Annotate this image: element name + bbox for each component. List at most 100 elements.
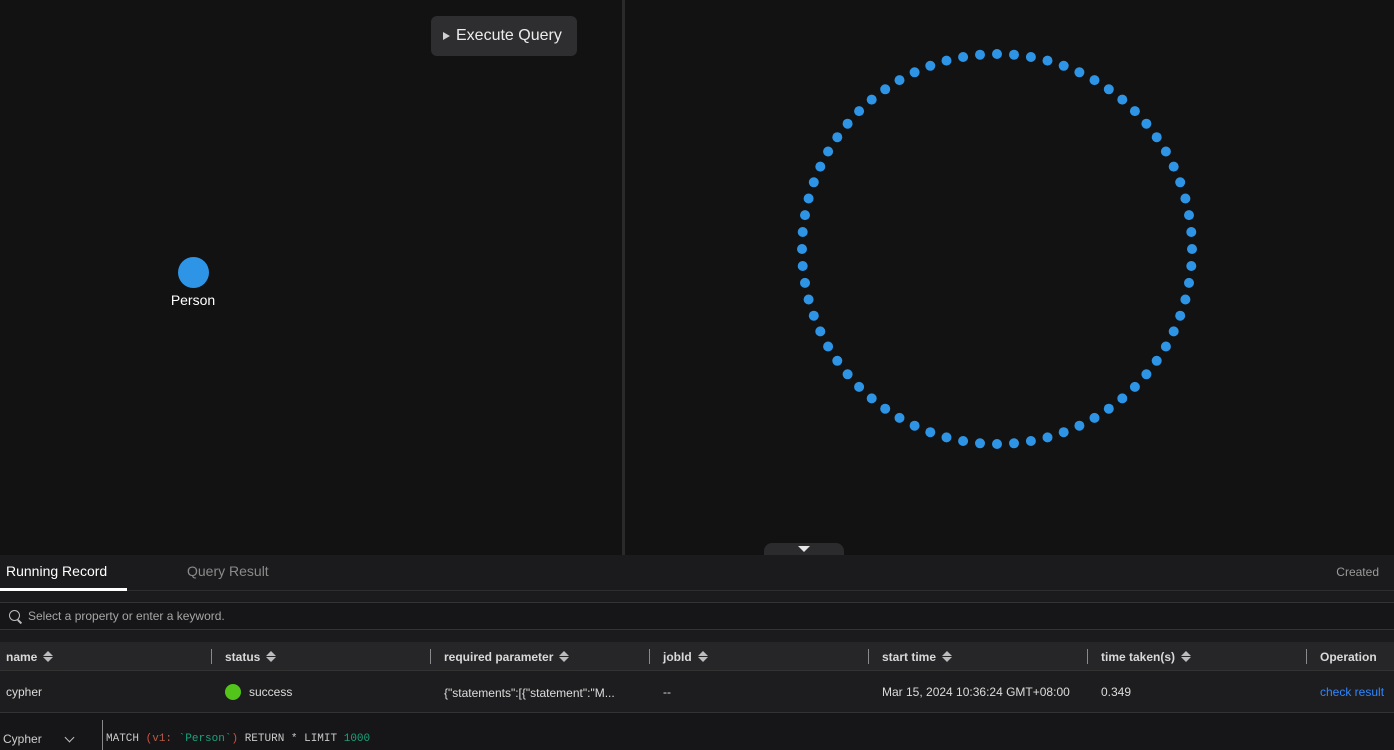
- graph-node[interactable]: [803, 193, 814, 204]
- graph-node[interactable]: [1151, 132, 1162, 143]
- graph-node[interactable]: [1175, 310, 1186, 321]
- graph-node[interactable]: [941, 55, 952, 66]
- sort-icon[interactable]: [697, 651, 708, 663]
- graph-node[interactable]: [800, 210, 810, 221]
- graph-node[interactable]: [1168, 161, 1179, 172]
- graph-node[interactable]: [808, 177, 819, 188]
- graph-node[interactable]: [866, 94, 877, 105]
- graph-node[interactable]: [866, 393, 877, 404]
- graph-node[interactable]: [1117, 94, 1128, 105]
- graph-node[interactable]: [1058, 60, 1069, 71]
- graph-node[interactable]: [1186, 261, 1197, 271]
- graph-node[interactable]: [1180, 193, 1191, 204]
- graph-node[interactable]: [808, 310, 819, 321]
- graph-node[interactable]: [894, 412, 905, 423]
- graph-node[interactable]: [880, 403, 891, 414]
- graph-node[interactable]: [797, 244, 807, 254]
- graph-node[interactable]: [1089, 75, 1100, 86]
- check-result-link[interactable]: check result: [1320, 671, 1384, 713]
- graph-node[interactable]: [925, 427, 936, 438]
- graph-node[interactable]: [1186, 227, 1197, 237]
- column-header-jobid[interactable]: jobId: [663, 642, 708, 671]
- graph-node[interactable]: [832, 132, 843, 143]
- graph-node[interactable]: [1151, 355, 1162, 366]
- graph-node[interactable]: [1175, 177, 1186, 188]
- graph-node[interactable]: [925, 60, 936, 71]
- graph-node[interactable]: [1129, 381, 1140, 392]
- graph-node[interactable]: [1141, 369, 1152, 380]
- graph-node[interactable]: [854, 106, 865, 117]
- graph-node[interactable]: [880, 84, 891, 95]
- column-separator[interactable]: [430, 649, 431, 664]
- graph-node[interactable]: [1042, 55, 1053, 66]
- graph-node[interactable]: [1025, 52, 1036, 62]
- graph-node[interactable]: [1042, 432, 1053, 443]
- sort-icon[interactable]: [942, 651, 953, 663]
- column-separator[interactable]: [211, 649, 212, 664]
- graph-node[interactable]: [992, 49, 1002, 59]
- column-header-name[interactable]: name: [6, 642, 54, 671]
- schema-canvas[interactable]: Execute Query Person: [0, 0, 622, 555]
- column-header-time-taken[interactable]: time taken(s): [1101, 642, 1192, 671]
- sort-icon[interactable]: [559, 651, 570, 663]
- graph-node[interactable]: [1129, 106, 1140, 117]
- graph-node[interactable]: [823, 146, 834, 157]
- graph-node[interactable]: [1187, 244, 1197, 254]
- graph-node[interactable]: [992, 439, 1002, 449]
- graph-node[interactable]: [800, 277, 810, 288]
- graph-node[interactable]: [1117, 393, 1128, 404]
- column-separator[interactable]: [1306, 649, 1307, 664]
- query-editor[interactable]: MATCH (v1: `Person`) RETURN * LIMIT 1000: [106, 733, 370, 745]
- execute-query-button[interactable]: Execute Query: [431, 16, 577, 56]
- graph-node[interactable]: [941, 432, 952, 443]
- graph-node[interactable]: [1074, 420, 1085, 431]
- graph-node[interactable]: [1103, 403, 1114, 414]
- graph-node[interactable]: [909, 67, 920, 78]
- search-input[interactable]: [28, 609, 628, 623]
- graph-node[interactable]: [909, 420, 920, 431]
- sort-icon[interactable]: [43, 651, 54, 663]
- sort-icon[interactable]: [1181, 651, 1192, 663]
- graph-node[interactable]: [1141, 118, 1152, 129]
- graph-node[interactable]: [958, 52, 969, 62]
- graph-node[interactable]: [894, 75, 905, 86]
- graph-node[interactable]: [1074, 67, 1085, 78]
- graph-node[interactable]: [803, 294, 814, 305]
- graph-canvas[interactable]: [625, 0, 1394, 555]
- graph-node[interactable]: [815, 326, 826, 337]
- column-header-status[interactable]: status: [225, 642, 277, 671]
- graph-node[interactable]: [975, 438, 985, 449]
- column-header-required-parameter[interactable]: required parameter: [444, 642, 570, 671]
- graph-node[interactable]: [1009, 438, 1019, 449]
- graph-node[interactable]: [1009, 49, 1019, 60]
- graph-node[interactable]: [1180, 294, 1191, 305]
- graph-node[interactable]: [1184, 277, 1194, 288]
- graph-node[interactable]: [832, 355, 843, 366]
- graph-node[interactable]: [1089, 412, 1100, 423]
- graph-node[interactable]: [975, 49, 985, 60]
- graph-node[interactable]: [1168, 326, 1179, 337]
- column-separator[interactable]: [1087, 649, 1088, 664]
- graph-node[interactable]: [1160, 341, 1171, 352]
- graph-node[interactable]: [823, 341, 834, 352]
- tab-query-result[interactable]: Query Result: [187, 555, 269, 591]
- column-separator[interactable]: [649, 649, 650, 664]
- graph-node[interactable]: [1103, 84, 1114, 95]
- graph-node[interactable]: [1160, 146, 1171, 157]
- schema-node-person[interactable]: [178, 257, 209, 288]
- graph-node[interactable]: [842, 118, 853, 129]
- graph-node[interactable]: [842, 369, 853, 380]
- graph-node[interactable]: [797, 261, 808, 271]
- graph-node[interactable]: [1025, 436, 1036, 446]
- graph-node[interactable]: [1184, 210, 1194, 221]
- graph-node[interactable]: [1058, 427, 1069, 438]
- graph-node[interactable]: [797, 227, 808, 237]
- column-separator[interactable]: [868, 649, 869, 664]
- tab-running-record[interactable]: Running Record: [0, 555, 127, 591]
- column-header-start-time[interactable]: start time: [882, 642, 953, 671]
- sort-icon[interactable]: [266, 651, 277, 663]
- graph-node[interactable]: [854, 381, 865, 392]
- graph-node[interactable]: [958, 436, 969, 446]
- graph-node[interactable]: [815, 161, 826, 172]
- language-select[interactable]: Cypher: [3, 732, 75, 746]
